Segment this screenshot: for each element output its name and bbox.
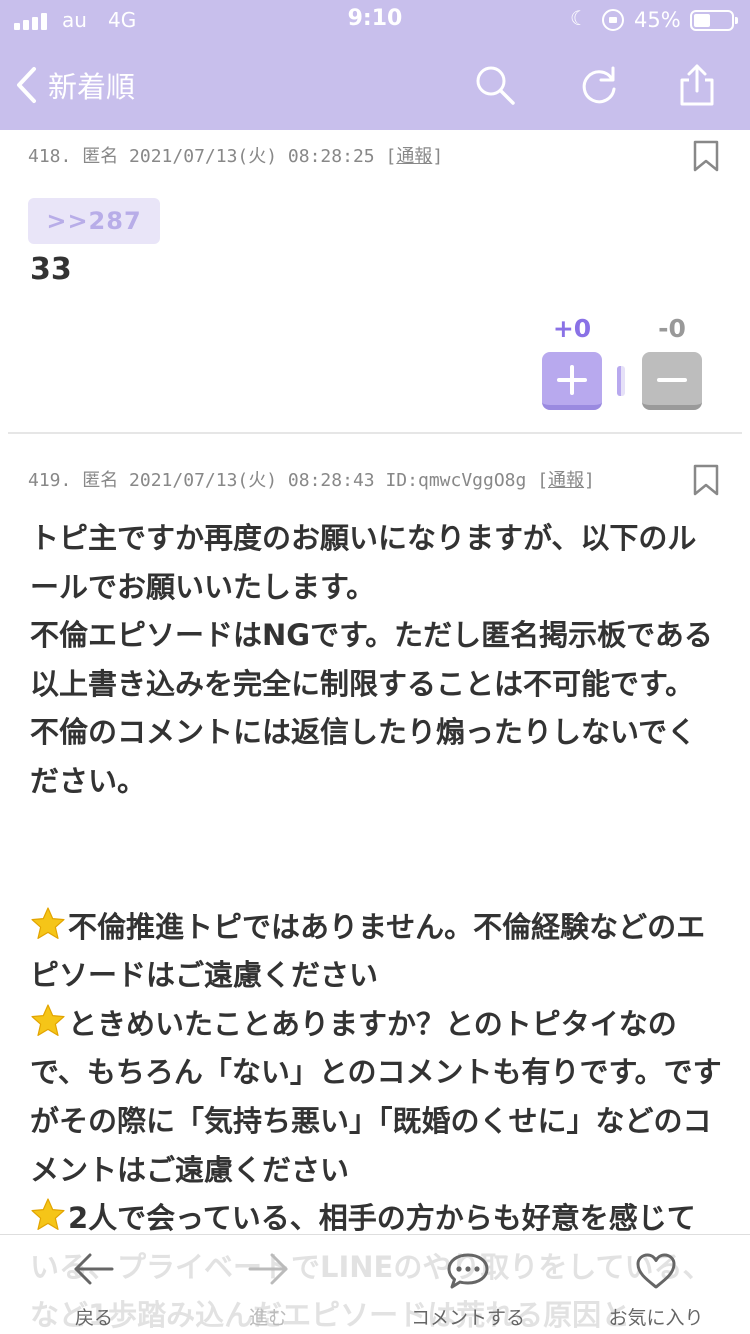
comment-rule-item: ときめいたことありますか？とのトピタイなので、もちろん「ない」とのコメントも有り… (30, 1000, 722, 1194)
bottom-toolbar: 戻る 進む コメントする お気に入り (0, 1234, 750, 1334)
back-tab[interactable]: 戻る (0, 1235, 188, 1334)
star-icon (31, 906, 65, 939)
comment-datetime: 2021/07/13(火) 08:28:43 (129, 470, 375, 491)
plus-vote-count: +0 (552, 314, 592, 343)
comment-body: トピ主ですか再度のお願いになりますが、以下のルールでお願いいたします。 不倫エピ… (30, 514, 722, 1334)
comment-author: 匿名 (82, 470, 119, 491)
minus-vote-count: -0 (658, 314, 686, 343)
tab-label: お気に入り (608, 1307, 704, 1329)
minus-icon (657, 378, 687, 382)
star-icon (31, 1198, 65, 1231)
comment-user-id: ID:qmwcVggO8g (385, 470, 527, 491)
comment-body: 33 (30, 252, 72, 287)
comment-paragraph: トピ主ですか再度のお願いになりますが、以下のルールでお願いいたします。 (30, 521, 697, 604)
star-icon (31, 1004, 65, 1036)
arrow-right-icon (248, 1253, 288, 1285)
comment-paragraph: 不倫エピソードはNGです。ただし匿名掲示板である以上書き込みを完全に制限すること… (30, 618, 713, 798)
comment-number: 418. (28, 146, 72, 167)
bookmark-icon[interactable] (692, 140, 720, 172)
forward-tab[interactable]: 進む (174, 1235, 362, 1334)
tab-label: 戻る (74, 1307, 113, 1329)
heart-icon (636, 1253, 676, 1289)
comment-meta: 418. 匿名 2021/07/13(火) 08:28:25 [通報] (28, 142, 443, 168)
reply-anchor-link[interactable]: >>287 (28, 198, 160, 244)
favorite-tab[interactable]: お気に入り (562, 1235, 750, 1334)
report-link[interactable]: [通報] (385, 146, 443, 167)
tab-label: コメントする (410, 1307, 525, 1329)
minus-vote-button[interactable] (642, 352, 702, 410)
tab-label: 進む (248, 1307, 287, 1329)
comment-datetime: 2021/07/13(火) 08:28:25 (129, 146, 375, 167)
report-link[interactable]: [通報] (537, 470, 595, 491)
comment-tab[interactable]: コメントする (374, 1235, 562, 1334)
vote-ratio-fill (617, 366, 621, 396)
comment-418: 418. 匿名 2021/07/13(火) 08:28:25 [通報] >>28… (0, 0, 750, 432)
vote-ratio-bar (617, 366, 625, 396)
arrow-left-icon (74, 1253, 114, 1285)
plus-icon (557, 365, 587, 395)
comment-rule-item: 不倫推進トピではありません。不倫経験などのエピソードはご遠慮ください (30, 903, 722, 1000)
comment-meta: 419. 匿名 2021/07/13(火) 08:28:43 ID:qmwcVg… (28, 466, 595, 492)
comment-author: 匿名 (82, 146, 119, 167)
plus-vote-button[interactable] (542, 352, 602, 410)
speech-bubble-icon (447, 1253, 489, 1289)
comment-number: 419. (28, 470, 72, 491)
bookmark-icon[interactable] (692, 464, 720, 496)
